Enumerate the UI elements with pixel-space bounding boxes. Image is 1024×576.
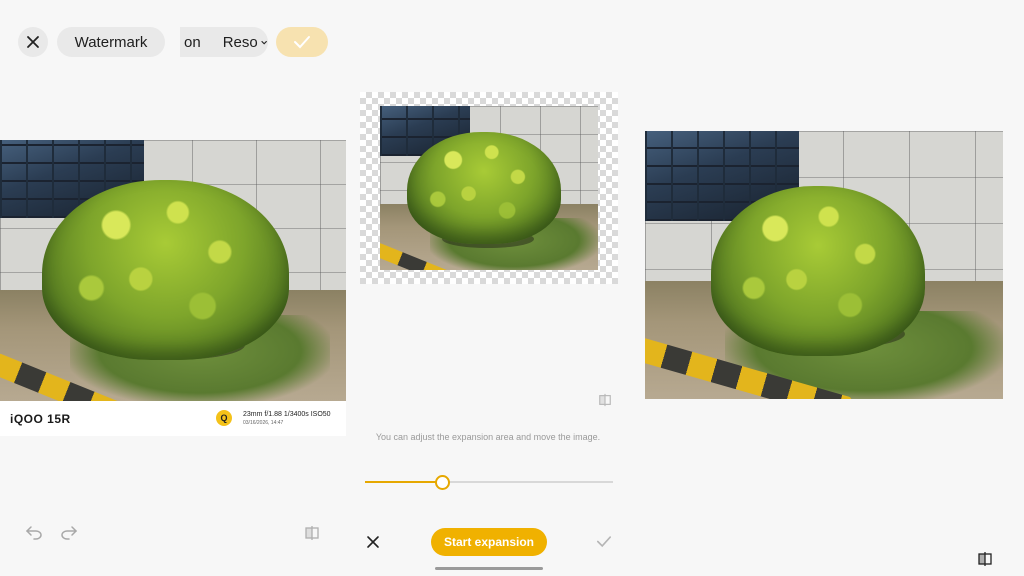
- brand-logo-icon: Q: [216, 410, 232, 426]
- expansion-slider[interactable]: [365, 481, 613, 483]
- result-photo: [645, 131, 1003, 399]
- close-button[interactable]: [18, 27, 48, 57]
- confirm-button[interactable]: [276, 27, 328, 57]
- start-expansion-button[interactable]: Start expansion: [431, 528, 547, 556]
- expansion-area[interactable]: [360, 92, 618, 284]
- expansion-panel: You can adjust the expansion area and mo…: [352, 0, 624, 576]
- home-indicator: [435, 567, 543, 570]
- chevron-down-icon: [260, 40, 267, 45]
- compare-icon: [978, 552, 992, 566]
- tab-strip: on Reso: [180, 27, 268, 57]
- cancel-button[interactable]: [366, 535, 380, 549]
- expansion-source-photo[interactable]: [380, 106, 598, 270]
- apply-button[interactable]: [596, 535, 612, 548]
- watermarked-photo: [0, 140, 346, 401]
- expansion-slider-thumb[interactable]: [434, 475, 450, 490]
- expansion-slider-fill: [365, 481, 442, 483]
- camera-specs: 23mm f/1.88 1/3400s ISO50: [243, 411, 331, 418]
- close-icon: [367, 536, 379, 548]
- compare-button[interactable]: [977, 551, 993, 567]
- expansion-hint: You can adjust the expansion area and mo…: [375, 432, 601, 442]
- undo-icon: [25, 526, 42, 540]
- check-icon: [596, 536, 612, 548]
- compare-button[interactable]: [598, 393, 612, 407]
- watermark-tab[interactable]: Watermark: [57, 27, 165, 57]
- watermark-editor-panel: Watermark on Reso iQOO 15R Q 23mm f/1.88…: [0, 0, 352, 576]
- compare-button[interactable]: [304, 525, 320, 541]
- watermark-band: iQOO 15R Q 23mm f/1.88 1/3400s ISO50 03/…: [0, 401, 346, 436]
- partial-tab-label[interactable]: on: [184, 34, 201, 51]
- watermark-tab-label: Watermark: [74, 33, 148, 51]
- result-panel: [624, 0, 1024, 576]
- start-expansion-label: Start expansion: [443, 535, 535, 549]
- undo-button[interactable]: [25, 524, 43, 540]
- brand-logo-glyph: Q: [220, 413, 228, 423]
- capture-datetime: 03/16/2026, 14:47: [243, 420, 284, 426]
- compare-icon: [599, 393, 611, 407]
- compare-icon: [305, 526, 319, 540]
- resolution-tab-label[interactable]: Reso: [223, 34, 258, 51]
- brand-name: iQOO 15R: [10, 412, 71, 426]
- redo-icon: [61, 526, 78, 540]
- check-icon: [294, 36, 310, 49]
- close-icon: [27, 36, 39, 48]
- redo-button[interactable]: [60, 524, 78, 540]
